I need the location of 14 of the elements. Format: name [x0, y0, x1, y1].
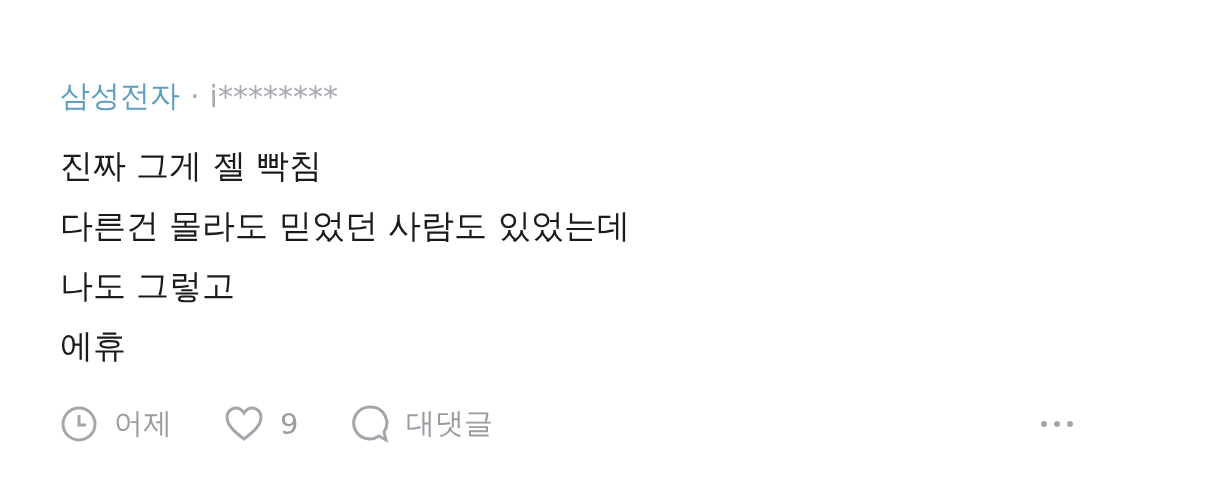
company-name: 삼성전자 [60, 76, 180, 115]
comment-time: 어제 [114, 405, 172, 442]
comment-line: 다른건 몰라도 믿었던 사람도 있었는데 [60, 205, 631, 247]
comment-line: 에휴 [60, 325, 127, 367]
speech-bubble-icon[interactable] [350, 404, 391, 444]
clock-icon [60, 405, 98, 443]
reply-link[interactable]: 대댓글 [406, 404, 494, 444]
separator: · [190, 78, 200, 114]
like-count: 9 [280, 407, 299, 441]
author-name: i******** [209, 78, 338, 114]
heart-icon[interactable] [224, 406, 264, 442]
more-icon[interactable] [1040, 420, 1074, 428]
comment-line: 진짜 그게 젤 빡침 [60, 145, 324, 187]
comment-line: 나도 그렇고 [60, 265, 237, 307]
